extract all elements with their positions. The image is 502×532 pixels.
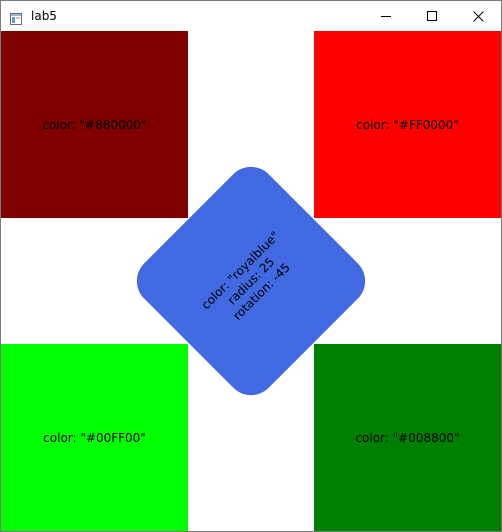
maximize-icon — [427, 11, 437, 21]
rect-bottom-left: color: "#00FF00" — [1, 344, 188, 531]
rect-label: color: "#880000" — [42, 117, 147, 132]
rect-top-left: color: "#880000" — [1, 31, 188, 218]
rect-label: color: "#FF0000" — [356, 117, 459, 132]
rect-bottom-right: color: "#008800" — [314, 344, 501, 531]
minimize-button[interactable] — [363, 1, 409, 31]
close-icon — [472, 10, 484, 22]
title-bar[interactable]: lab5 — [1, 1, 501, 31]
app-window: lab5 color: "#880000" color: "#FF0000" c… — [0, 0, 502, 532]
window-app-icon — [10, 10, 22, 25]
client-area: color: "#880000" color: "#FF0000" color:… — [1, 31, 501, 531]
minimize-icon — [381, 11, 391, 21]
rect-top-right: color: "#FF0000" — [314, 31, 501, 218]
close-button[interactable] — [455, 1, 501, 31]
rect-label: color: "#00FF00" — [43, 430, 146, 445]
maximize-button[interactable] — [409, 1, 455, 31]
rect-label: color: "#008800" — [355, 430, 460, 445]
window-title: lab5 — [31, 9, 57, 23]
